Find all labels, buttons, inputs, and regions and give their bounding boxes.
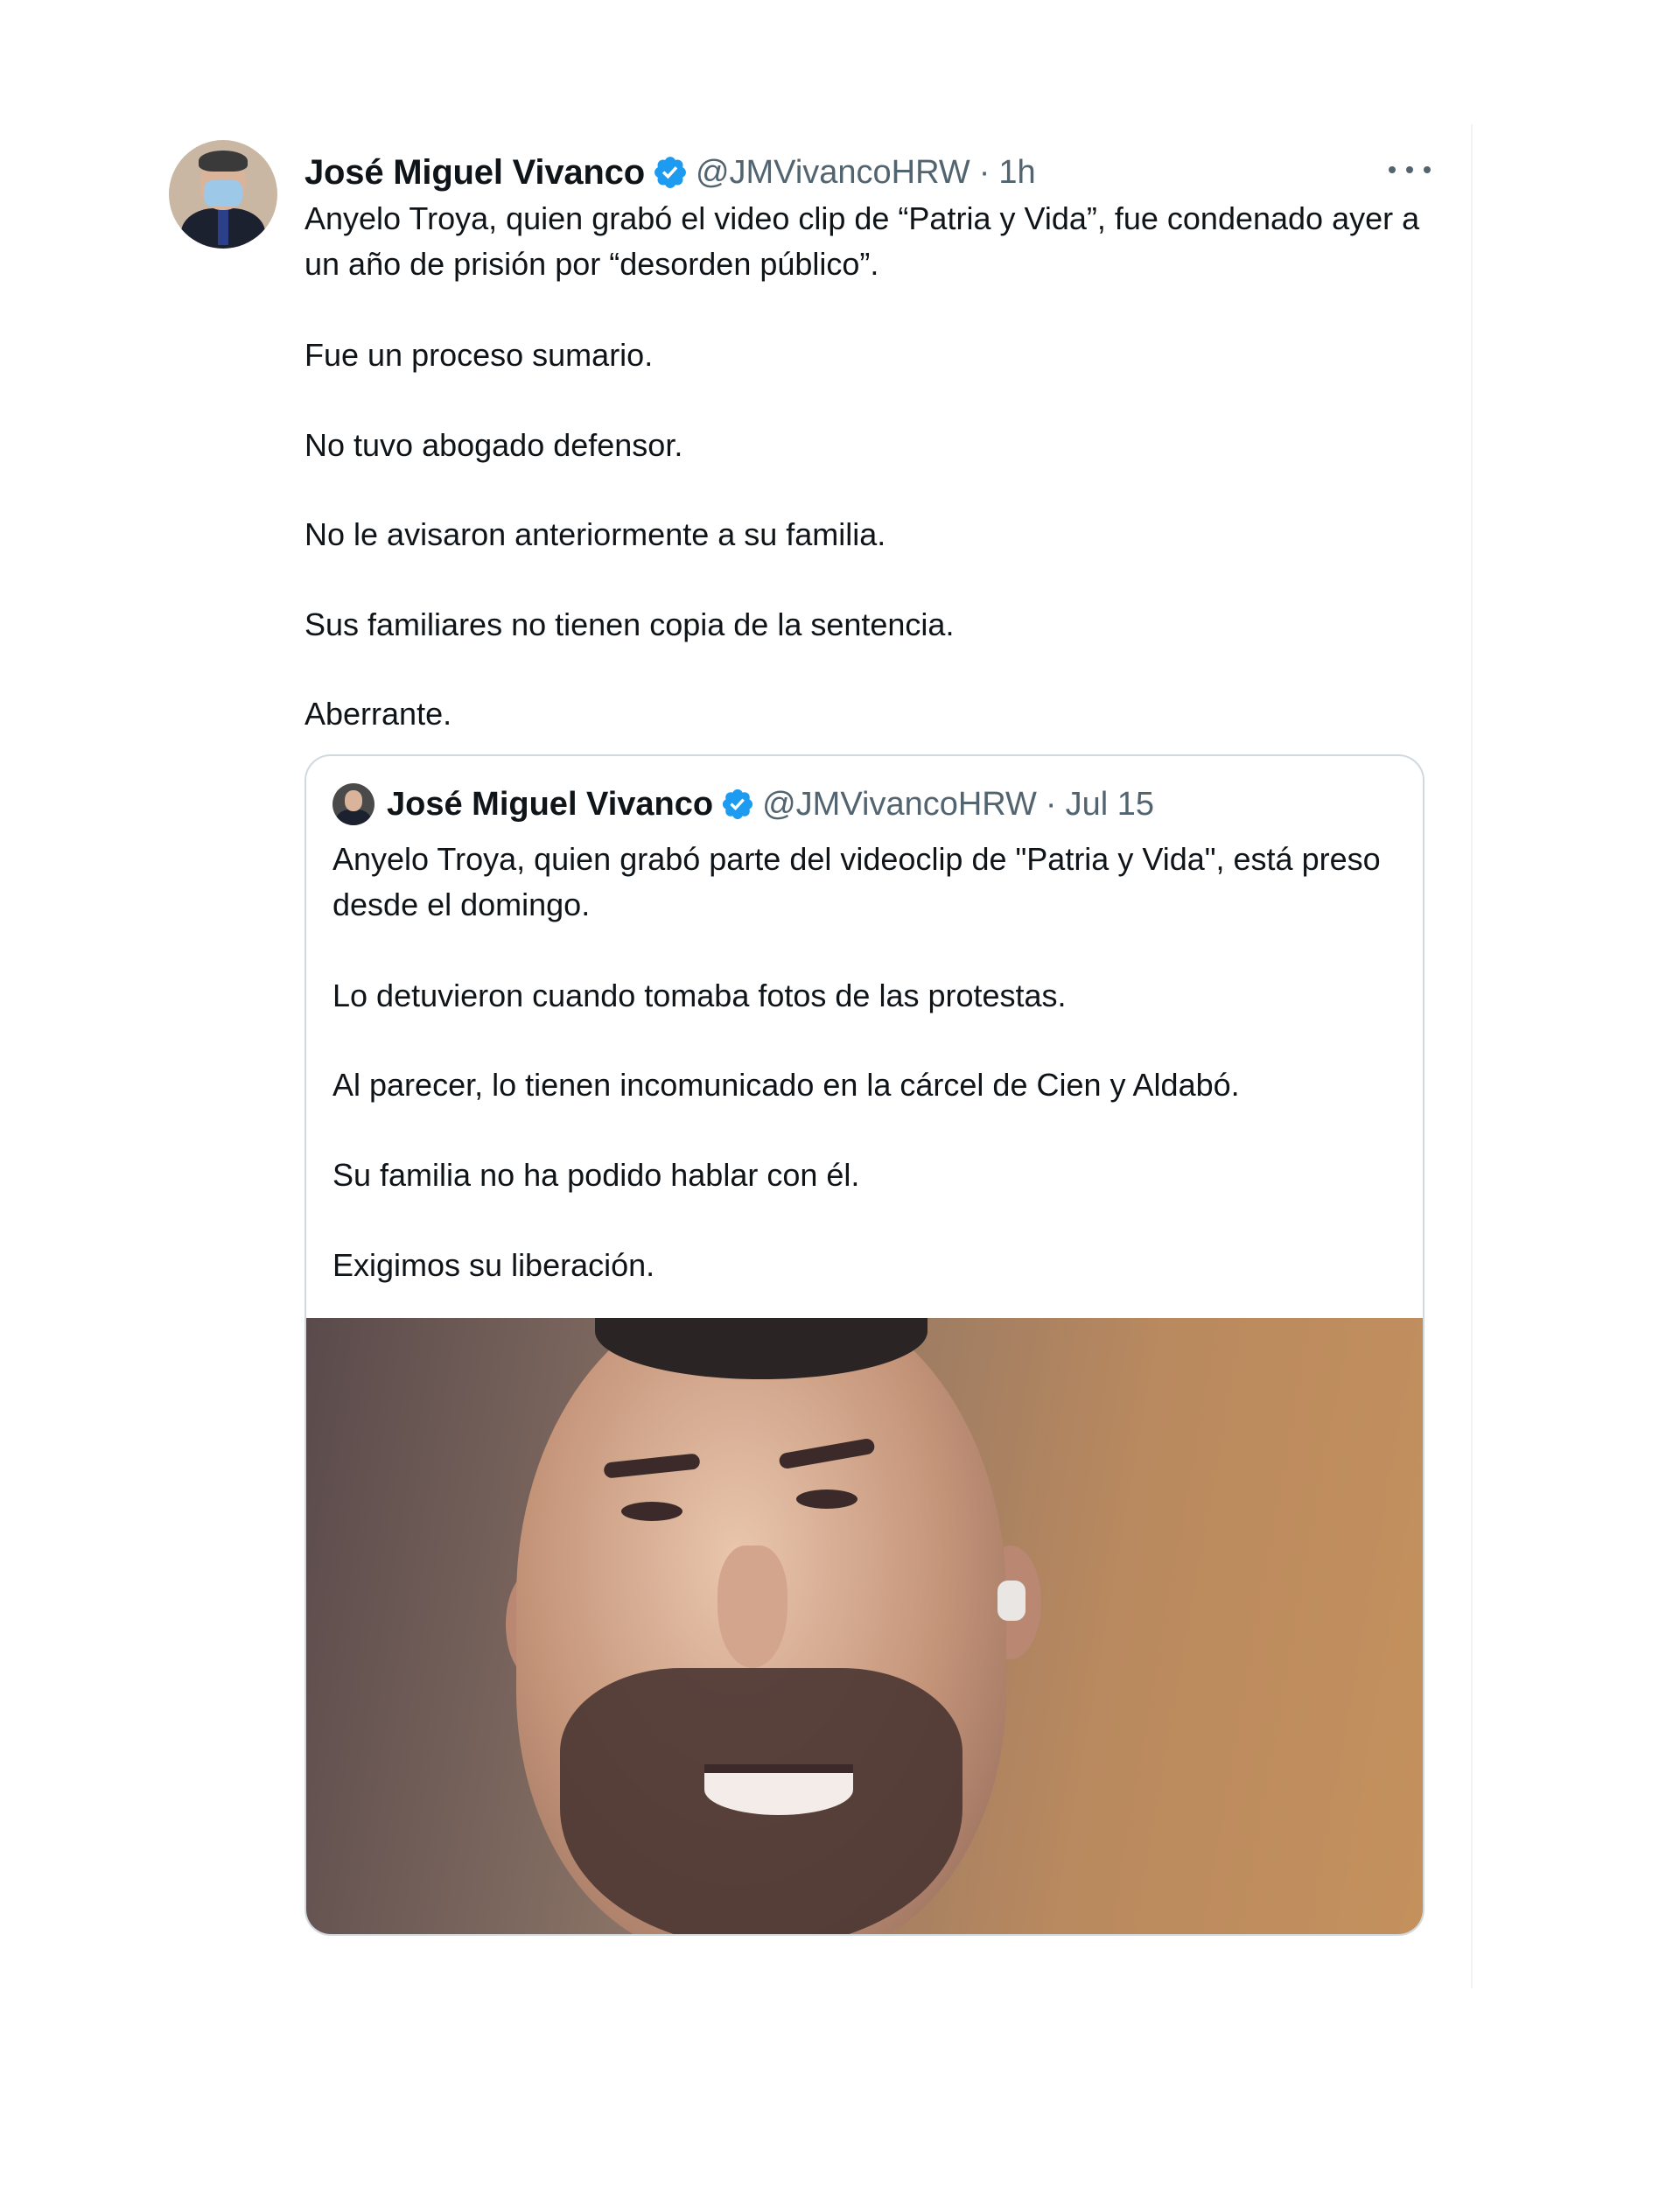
more-options-icon[interactable] [1383, 152, 1436, 187]
quoted-tweet[interactable]: José Miguel Vivanco @JMVivancoHRW · Jul … [304, 754, 1424, 1936]
tweet-text: No le avisaron anteriormente a su famili… [304, 512, 1442, 557]
quoted-tweet-timestamp: Jul 15 [1065, 785, 1154, 823]
tweet-text: Aberrante. [304, 691, 1442, 737]
quoted-paragraph: Anyelo Troya, quien grabó parte del vide… [332, 841, 1381, 922]
quoted-paragraph: Al parecer, lo tienen incomunicado en la… [332, 1067, 1240, 1103]
tweet-paragraph: Anyelo Troya, quien grabó el video clip … [304, 200, 1420, 282]
tweet-text: No tuvo abogado defensor. [304, 423, 1442, 468]
tweet-paragraph: No tuvo abogado defensor. [304, 427, 683, 463]
tweet-header: José Miguel Vivanco @JMVivancoHRW · 1h [304, 151, 1036, 194]
separator-dot: · [1045, 785, 1057, 823]
tweet-text: Anyelo Troya, quien grabó el video clip … [304, 196, 1442, 287]
tweet-text: Fue un proceso sumario. [304, 333, 1442, 378]
quoted-author-name: José Miguel Vivanco [387, 785, 714, 823]
author-handle[interactable]: @JMVivancoHRW [696, 154, 970, 192]
tweet-timestamp[interactable]: 1h [998, 154, 1035, 192]
quoted-paragraph: Lo detuvieron cuando tomaba fotos de las… [332, 978, 1067, 1013]
author-avatar[interactable] [169, 140, 277, 249]
quoted-tweet-text: Lo detuvieron cuando tomaba fotos de las… [332, 973, 1382, 1019]
verified-badge-icon [723, 789, 753, 820]
quoted-author-avatar [332, 783, 374, 825]
quoted-paragraph: Exigimos su liberación. [332, 1247, 655, 1283]
quoted-tweet-header: José Miguel Vivanco @JMVivancoHRW · Jul … [332, 782, 1154, 826]
quoted-tweet-text: Al parecer, lo tienen incomunicado en la… [332, 1062, 1382, 1108]
quoted-author-handle: @JMVivancoHRW [762, 785, 1037, 823]
quoted-tweet-text: Su familia no ha podido hablar con él. [332, 1153, 1382, 1198]
timeline-border [1471, 124, 1473, 1988]
tweet-text: Sus familiares no tienen copia de la sen… [304, 602, 1442, 648]
quoted-tweet-text: Exigimos su liberación. [332, 1243, 1382, 1288]
quoted-paragraph: Su familia no ha podido hablar con él. [332, 1157, 860, 1193]
quoted-video-thumbnail[interactable] [306, 1318, 1423, 1934]
tweet-paragraph: No le avisaron anteriormente a su famili… [304, 516, 886, 552]
tweet-paragraph: Aberrante. [304, 696, 452, 732]
tweet-paragraph: Sus familiares no tienen copia de la sen… [304, 606, 955, 642]
author-name[interactable]: José Miguel Vivanco [304, 153, 645, 193]
tweet-paragraph: Fue un proceso sumario. [304, 337, 654, 373]
quoted-tweet-text: Anyelo Troya, quien grabó parte del vide… [332, 837, 1382, 928]
verified-badge-icon [654, 157, 686, 188]
separator-dot: · [978, 153, 990, 191]
